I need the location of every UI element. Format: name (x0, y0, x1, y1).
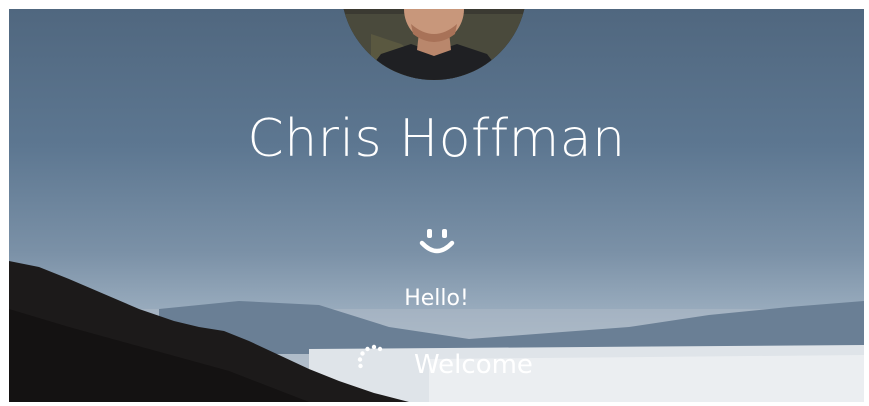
smiley-face-icon (419, 229, 455, 254)
welcome-text: Welcome (414, 350, 533, 380)
loading-spinner-icon (357, 344, 383, 369)
greeting-text: Hello! (404, 286, 469, 311)
lock-screen: Chris Hoffman Hello! Welcome (9, 9, 864, 402)
user-name: Chris Hoffman (247, 109, 626, 169)
